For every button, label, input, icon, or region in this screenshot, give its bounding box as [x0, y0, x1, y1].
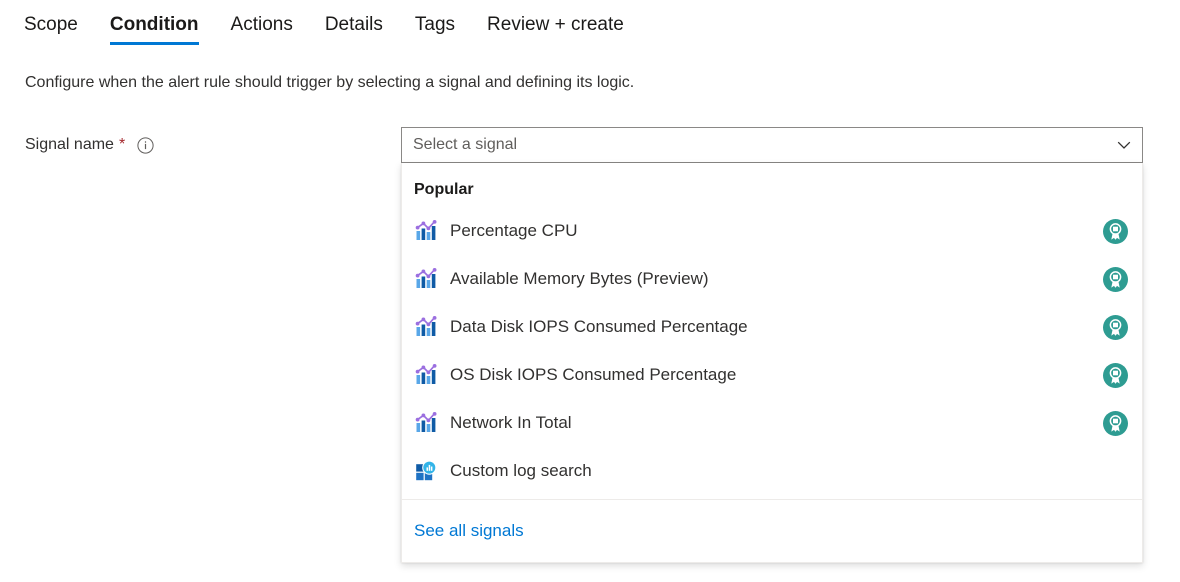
tab-label: Details — [324, 14, 383, 35]
tab-label: Scope — [24, 14, 78, 35]
list-item[interactable]: Data Disk IOPS Consumed Percentage — [402, 303, 1142, 351]
list-item[interactable]: Network In Total — [402, 399, 1142, 447]
metric-chart-icon — [414, 315, 438, 339]
tab-label: Review + create — [487, 14, 624, 35]
info-circle-icon[interactable] — [137, 136, 154, 154]
tab-label: Tags — [414, 14, 456, 35]
signal-name-label: Signal name — [25, 136, 114, 153]
wizard-tabs: Scope Condition Actions Details Tags Rev… — [24, 8, 640, 50]
list-item[interactable]: Percentage CPU — [402, 207, 1142, 255]
signal-name-input[interactable]: Select a signal — [402, 135, 1106, 155]
tab-actions[interactable]: Actions — [215, 8, 309, 50]
log-search-icon — [414, 459, 438, 483]
tab-tags[interactable]: Tags — [399, 8, 471, 50]
signal-option-list: Percentage CPU Available Memory Bytes (P… — [402, 207, 1142, 499]
recommended-award-icon — [1102, 410, 1128, 436]
list-item-label: Custom log search — [450, 461, 592, 480]
tab-condition[interactable]: Condition — [94, 8, 215, 50]
list-item[interactable]: Custom log search — [402, 447, 1142, 495]
tab-label: Condition — [109, 14, 199, 35]
recommended-award-icon — [1102, 362, 1128, 388]
metric-chart-icon — [414, 411, 438, 435]
tab-label: Actions — [230, 14, 293, 35]
signal-dropdown-panel: Popular Percentage CPU Available Memory … — [401, 163, 1143, 563]
page-description: Configure when the alert rule should tri… — [25, 74, 635, 91]
list-item-label: Data Disk IOPS Consumed Percentage — [450, 317, 748, 336]
signal-name-label-group: Signal name * — [25, 134, 154, 156]
list-item-label: OS Disk IOPS Consumed Percentage — [450, 365, 737, 384]
signal-name-combobox[interactable]: Select a signal — [401, 127, 1143, 163]
dropdown-group-header: Popular — [414, 181, 474, 198]
see-all-signals-link[interactable]: See all signals — [414, 520, 524, 542]
badge-placeholder — [1102, 458, 1128, 484]
tab-scope[interactable]: Scope — [24, 8, 94, 50]
metric-chart-icon — [414, 267, 438, 291]
list-item-label: Available Memory Bytes (Preview) — [450, 269, 709, 288]
tab-details[interactable]: Details — [309, 8, 399, 50]
metric-chart-icon — [414, 219, 438, 243]
required-asterisk: * — [118, 136, 126, 153]
list-item-label: Percentage CPU — [450, 221, 578, 240]
alert-rule-condition-page: Scope Condition Actions Details Tags Rev… — [0, 0, 1180, 582]
list-item[interactable]: OS Disk IOPS Consumed Percentage — [402, 351, 1142, 399]
recommended-award-icon — [1102, 218, 1128, 244]
tab-review-create[interactable]: Review + create — [471, 8, 640, 50]
dropdown-footer: See all signals — [402, 500, 1142, 562]
list-item[interactable]: Available Memory Bytes (Preview) — [402, 255, 1142, 303]
recommended-award-icon — [1102, 314, 1128, 340]
recommended-award-icon — [1102, 266, 1128, 292]
chevron-down-icon[interactable] — [1106, 128, 1142, 162]
metric-chart-icon — [414, 363, 438, 387]
list-item-label: Network In Total — [450, 413, 572, 432]
